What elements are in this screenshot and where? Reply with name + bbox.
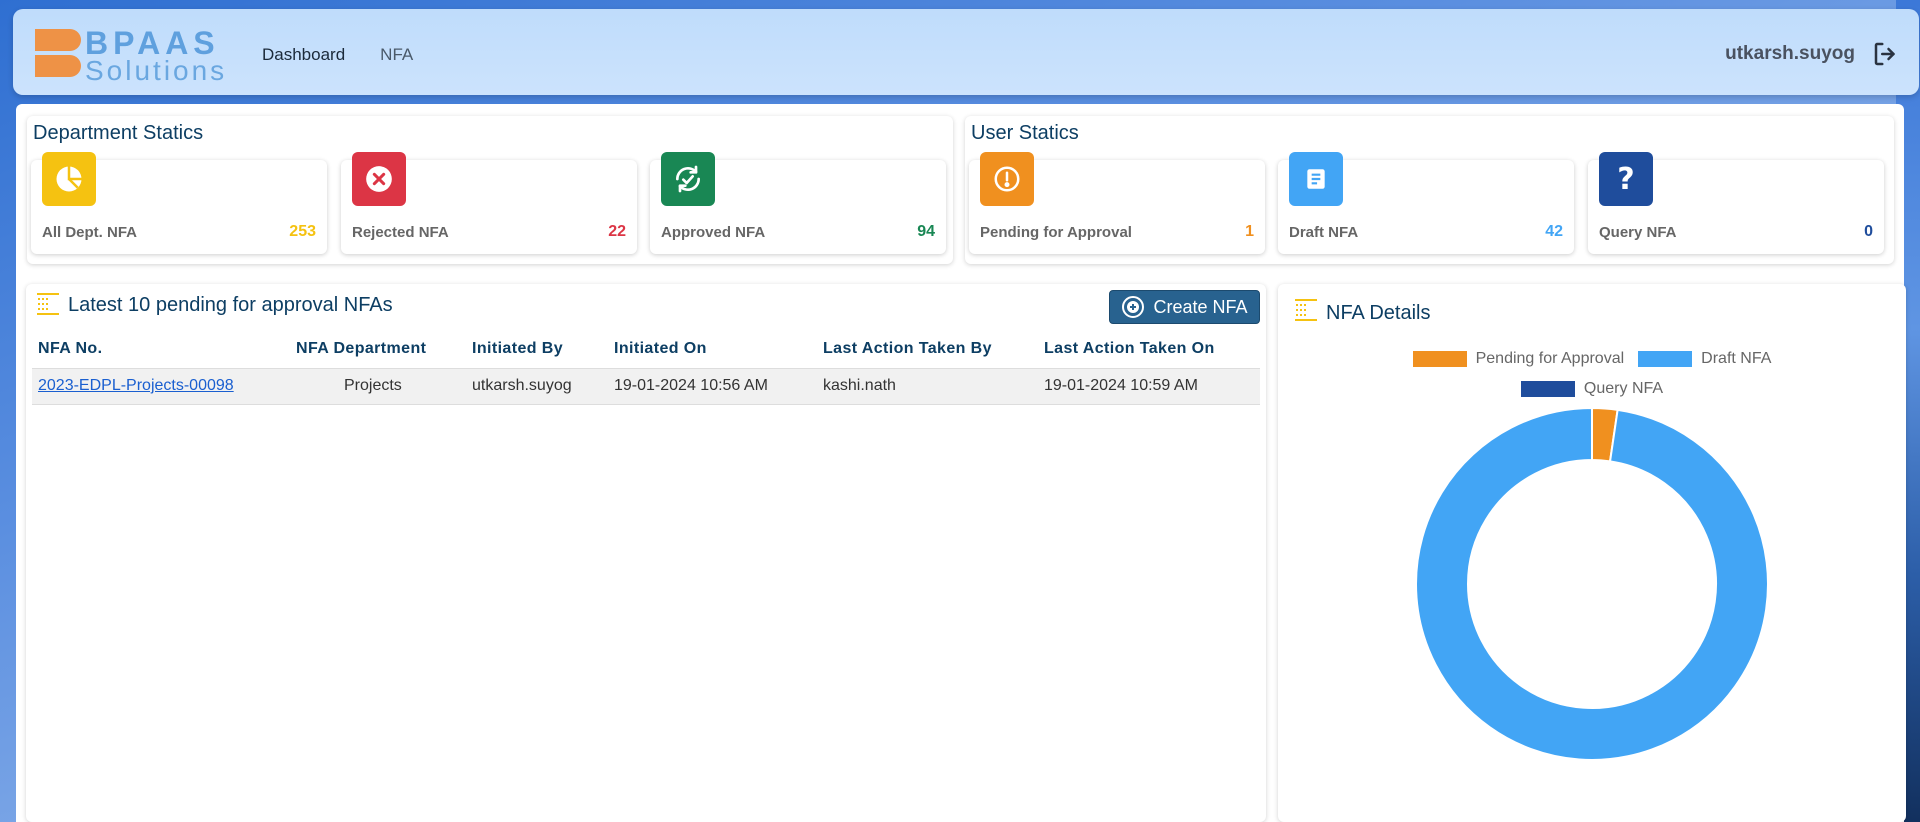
- pending-table-title: Latest 10 pending for approval NFAs: [68, 294, 393, 316]
- nav-dashboard[interactable]: Dashboard: [262, 45, 345, 65]
- plus-circle-icon: [1122, 296, 1145, 318]
- stat-card-query[interactable]: ? Query NFA 0: [1588, 152, 1884, 254]
- legend-swatch: [1412, 351, 1467, 367]
- col-last-action-by[interactable]: Last Action Taken By: [817, 330, 1038, 368]
- col-last-action-on[interactable]: Last Action Taken On: [1038, 330, 1260, 368]
- cell-last-action-by: kashi.nath: [817, 367, 1038, 405]
- donut-slice-draft-nfa[interactable]: [1415, 406, 1769, 761]
- stat-label: All Dept. NFA: [42, 224, 138, 241]
- legend-label: Query NFA: [1583, 380, 1664, 397]
- department-stats-title: Department Statics: [33, 122, 204, 144]
- stat-value: 22: [608, 223, 626, 240]
- legend-swatch: [1520, 381, 1575, 397]
- grid-list-icon: [1295, 299, 1317, 321]
- cell-initiated-on: 19-01-2024 10:56 AM: [608, 367, 817, 405]
- question-icon: ?: [1599, 152, 1653, 206]
- legend-label: Draft NFA: [1701, 350, 1772, 367]
- cell-department: Projects: [290, 367, 466, 405]
- table-row[interactable]: 2023-EDPL-Projects-00098 Projects utkars…: [32, 367, 1260, 405]
- stat-card-rejected[interactable]: Rejected NFA 22: [341, 152, 637, 254]
- col-initiated-by[interactable]: Initiated By: [466, 330, 608, 368]
- stat-value: 0: [1864, 223, 1873, 240]
- stat-card-all-dept[interactable]: All Dept. NFA 253: [31, 152, 327, 254]
- username: utkarsh.suyog: [1725, 43, 1855, 64]
- create-nfa-button[interactable]: Create NFA: [1109, 290, 1260, 324]
- bpaas-logo[interactable]: BPAAS Solutions: [35, 25, 235, 86]
- legend-swatch: [1638, 351, 1693, 367]
- sync-check-icon: [661, 152, 715, 206]
- department-stats-panel: Department Statics All Dept. NFA 253 Rej…: [27, 116, 953, 264]
- stat-card-pending[interactable]: Pending for Approval 1: [969, 152, 1265, 254]
- stat-value: 1: [1245, 223, 1254, 240]
- close-circle-icon: [352, 152, 406, 206]
- pending-nfa-panel: Latest 10 pending for approval NFAs Crea…: [26, 284, 1266, 822]
- user-stats-title: User Statics: [971, 122, 1079, 144]
- stat-card-draft[interactable]: Draft NFA 42: [1278, 152, 1574, 254]
- col-nfa-no[interactable]: NFA No.: [32, 330, 290, 368]
- chart-legend: Pending for Approval Draft NFA Query NFA: [1278, 344, 1906, 404]
- stat-label: Rejected NFA: [352, 224, 449, 241]
- nfa-link[interactable]: 2023-EDPL-Projects-00098: [38, 377, 234, 394]
- pie-chart-icon: [42, 152, 96, 206]
- nav-nfa[interactable]: NFA: [380, 45, 413, 65]
- stat-label: Draft NFA: [1289, 224, 1359, 241]
- cell-nfa-no: 2023-EDPL-Projects-00098: [32, 367, 290, 405]
- create-nfa-label: Create NFA: [1153, 296, 1248, 317]
- table-header-row: NFA No. NFA Department Initiated By Init…: [32, 330, 1260, 368]
- stat-value: 42: [1545, 223, 1563, 240]
- legend-item-draft[interactable]: Draft NFA: [1638, 350, 1771, 368]
- document-icon: [1289, 152, 1343, 206]
- stat-label: Pending for Approval: [980, 224, 1132, 241]
- grid-list-icon: [37, 293, 59, 315]
- stat-value: 253: [289, 223, 316, 240]
- chart-title: NFA Details: [1326, 302, 1431, 324]
- cell-initiated-by: utkarsh.suyog: [466, 367, 608, 405]
- user-stats-panel: User Statics Pending for Approval 1 Draf…: [965, 116, 1894, 264]
- stat-card-approved[interactable]: Approved NFA 94: [650, 152, 946, 254]
- logo-mark-icon: [35, 29, 81, 79]
- top-header: BPAAS Solutions Dashboard NFA utkarsh.su…: [13, 9, 1919, 95]
- col-nfa-department[interactable]: NFA Department: [290, 330, 466, 368]
- exclamation-circle-icon: [980, 152, 1034, 206]
- main-content: Department Statics All Dept. NFA 253 Rej…: [16, 104, 1906, 822]
- col-initiated-on[interactable]: Initiated On: [608, 330, 817, 368]
- stat-label: Approved NFA: [661, 224, 766, 241]
- stat-label: Query NFA: [1599, 224, 1677, 241]
- legend-item-query[interactable]: Query NFA: [1520, 380, 1664, 398]
- logout-icon[interactable]: [1871, 39, 1901, 69]
- pending-nfa-table: NFA No. NFA Department Initiated By Init…: [32, 330, 1260, 405]
- legend-item-pending[interactable]: Pending for Approval: [1412, 350, 1625, 368]
- stat-value: 94: [917, 223, 935, 240]
- donut-chart: [1415, 406, 1769, 761]
- cell-last-action-on: 19-01-2024 10:59 AM: [1038, 367, 1260, 405]
- main-nav: Dashboard NFA: [262, 45, 413, 65]
- legend-label: Pending for Approval: [1475, 350, 1625, 367]
- nfa-details-panel: NFA Details Pending for Approval Draft N…: [1278, 284, 1906, 822]
- logo-text-solutions: Solutions: [85, 55, 228, 86]
